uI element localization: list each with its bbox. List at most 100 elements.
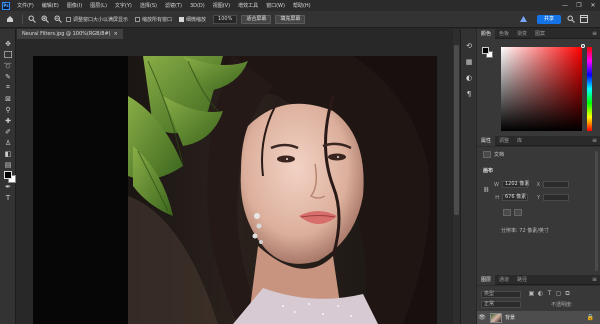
landscape-orientation-button[interactable] [514, 209, 522, 216]
marquee-tool-icon[interactable] [3, 50, 13, 59]
lock-icon[interactable]: 🔒 [587, 314, 594, 321]
panel-menu-icon[interactable]: ≡ [592, 30, 600, 37]
menu-file[interactable]: 文件(F) [13, 2, 38, 9]
checkbox-label: 细微缩放 [186, 16, 207, 23]
document-tab-title: Neural Filters.jpg @ 100%(RGB/8#) [22, 31, 111, 37]
color-picker-cursor[interactable] [581, 44, 585, 48]
orientation-row [503, 209, 525, 216]
resize-windows-checkbox[interactable]: 调整窗口大小以满屏显示 [66, 16, 128, 23]
menu-window[interactable]: 窗口(W) [262, 2, 289, 9]
canvas-section-title: 画布 [483, 168, 494, 174]
zoom-all-windows-checkbox[interactable]: 缩放所有窗口 [135, 16, 172, 23]
tab-properties[interactable]: 属性 [477, 135, 496, 146]
document-scrollbar[interactable] [453, 29, 460, 324]
scrollbar-thumb[interactable] [454, 45, 459, 215]
paragraph-icon[interactable]: ¶ [464, 89, 474, 99]
tab-adjustments[interactable]: 调整 [495, 136, 513, 146]
eyedropper-tool-icon[interactable]: ⚲ [3, 105, 13, 114]
blend-mode-select[interactable]: 正常 [481, 301, 521, 308]
menu-view[interactable]: 视图(V) [209, 2, 234, 9]
tab-channels[interactable]: 通道 [495, 275, 513, 285]
home-icon[interactable] [5, 14, 15, 24]
share-button[interactable]: 共享 [536, 14, 561, 24]
type-tool-icon[interactable]: T [3, 193, 13, 202]
menu-type[interactable]: 文字(Y) [111, 2, 136, 9]
hue-slider[interactable] [587, 47, 592, 131]
search-icon[interactable] [566, 14, 576, 24]
tab-layers[interactable]: 图层 [477, 274, 496, 285]
adjustments-icon[interactable]: ◐ [464, 73, 474, 83]
lasso-tool-icon[interactable]: ➰ [3, 61, 13, 70]
x-label: X [536, 181, 540, 188]
tab-color[interactable]: 颜色 [477, 28, 496, 39]
brush-settings-icon[interactable]: ▦ [464, 57, 474, 67]
layer-kind-filter[interactable]: 类型 [481, 291, 521, 298]
document-icon [483, 151, 491, 158]
foreground-color-swatch[interactable] [4, 171, 12, 179]
panel-menu-icon[interactable]: ≡ [592, 276, 600, 283]
image-canvas[interactable] [33, 56, 437, 324]
fill-screen-button[interactable]: 填充屏幕 [275, 14, 306, 24]
close-window-button[interactable]: ✕ [586, 2, 600, 9]
zoom-out-icon[interactable] [53, 14, 63, 24]
history-icon[interactable]: ⟲ [464, 41, 474, 51]
menu-help[interactable]: 帮助(H) [289, 2, 315, 9]
layer-row-background[interactable]: 👁 背景 🔒 [477, 311, 600, 324]
adjustment-filter-icon[interactable]: ◐ [536, 290, 545, 298]
layers-panel-tabs: 图层 通道 路径 ≡ [477, 274, 600, 285]
move-tool-icon[interactable]: ✥ [3, 39, 13, 48]
tab-gradients[interactable]: 渐变 [513, 29, 531, 39]
gradient-tool-icon[interactable]: ▤ [3, 160, 13, 169]
menu-layer[interactable]: 图层(L) [86, 2, 111, 9]
tab-patterns[interactable]: 图案 [531, 29, 549, 39]
document-tab[interactable]: Neural Filters.jpg @ 100%(RGB/8#) × [17, 29, 123, 39]
y-field[interactable] [543, 194, 569, 201]
zoom-percent-field[interactable]: 100% [213, 14, 238, 24]
maximize-button[interactable]: ❐ [572, 2, 586, 9]
portrait-orientation-button[interactable] [503, 209, 511, 216]
menu-edit[interactable]: 编辑(E) [38, 2, 63, 9]
layers-panel: 类型 ▣ ◐ T ▢ ⧉ 正常 不透明度: 👁 背景 🔒 [477, 286, 600, 324]
eraser-tool-icon[interactable]: ◧ [3, 149, 13, 158]
frame-tool-icon[interactable]: ⊠ [3, 94, 13, 103]
checkbox-label: 缩放所有窗口 [142, 16, 173, 23]
x-field[interactable] [543, 181, 569, 188]
portrait-photo [33, 56, 437, 324]
quick-select-tool-icon[interactable]: ✎ [3, 72, 13, 81]
menu-select[interactable]: 选择(S) [136, 2, 161, 9]
brush-tool-icon[interactable]: ✐ [3, 127, 13, 136]
fit-screen-button[interactable]: 适合屏幕 [241, 14, 272, 24]
workspace-icon[interactable] [579, 14, 589, 24]
menu-image[interactable]: 图像(I) [63, 2, 86, 9]
crop-tool-icon[interactable]: ⌗ [3, 83, 13, 92]
height-field[interactable]: 676 像素 [502, 194, 528, 201]
visibility-eye-icon[interactable]: 👁 [477, 314, 487, 321]
menu-plugins[interactable]: 增效工具 [234, 2, 262, 9]
properties-panel-tabs: 属性 调整 库 ≡ [477, 135, 600, 146]
menu-3d[interactable]: 3D(D) [186, 3, 209, 9]
tab-libraries[interactable]: 库 [513, 136, 526, 146]
zoom-tool-icon[interactable] [27, 14, 37, 24]
color-picker-field[interactable] [501, 47, 582, 131]
pixel-filter-icon[interactable]: ▣ [527, 290, 536, 298]
width-field[interactable]: 1202 像素 [502, 181, 529, 188]
link-icon[interactable]: ⛓ [483, 187, 489, 193]
scrubby-zoom-checkbox[interactable]: 细微缩放 [179, 16, 206, 23]
type-filter-icon[interactable]: T [545, 290, 554, 298]
close-tab-icon[interactable]: × [114, 31, 118, 37]
minimize-button[interactable]: — [558, 2, 572, 9]
tab-paths[interactable]: 路径 [513, 275, 531, 285]
properties-scrollbar[interactable] [595, 151, 598, 271]
clone-stamp-tool-icon[interactable]: ♙ [3, 138, 13, 147]
smart-object-filter-icon[interactable]: ⧉ [563, 290, 572, 298]
healing-brush-tool-icon[interactable]: ✚ [3, 116, 13, 125]
shape-filter-icon[interactable]: ▢ [554, 290, 563, 298]
cloud-docs-icon[interactable] [519, 14, 529, 24]
panel-menu-icon[interactable]: ≡ [592, 137, 600, 144]
menu-filter[interactable]: 滤镜(T) [161, 2, 186, 9]
pen-tool-icon[interactable]: ✒ [3, 182, 13, 191]
tab-swatches[interactable]: 色板 [495, 29, 513, 39]
photoshop-logo: Ps [2, 1, 10, 10]
color-panel-foreground-swatch[interactable] [482, 47, 489, 54]
zoom-in-icon[interactable] [40, 14, 50, 24]
